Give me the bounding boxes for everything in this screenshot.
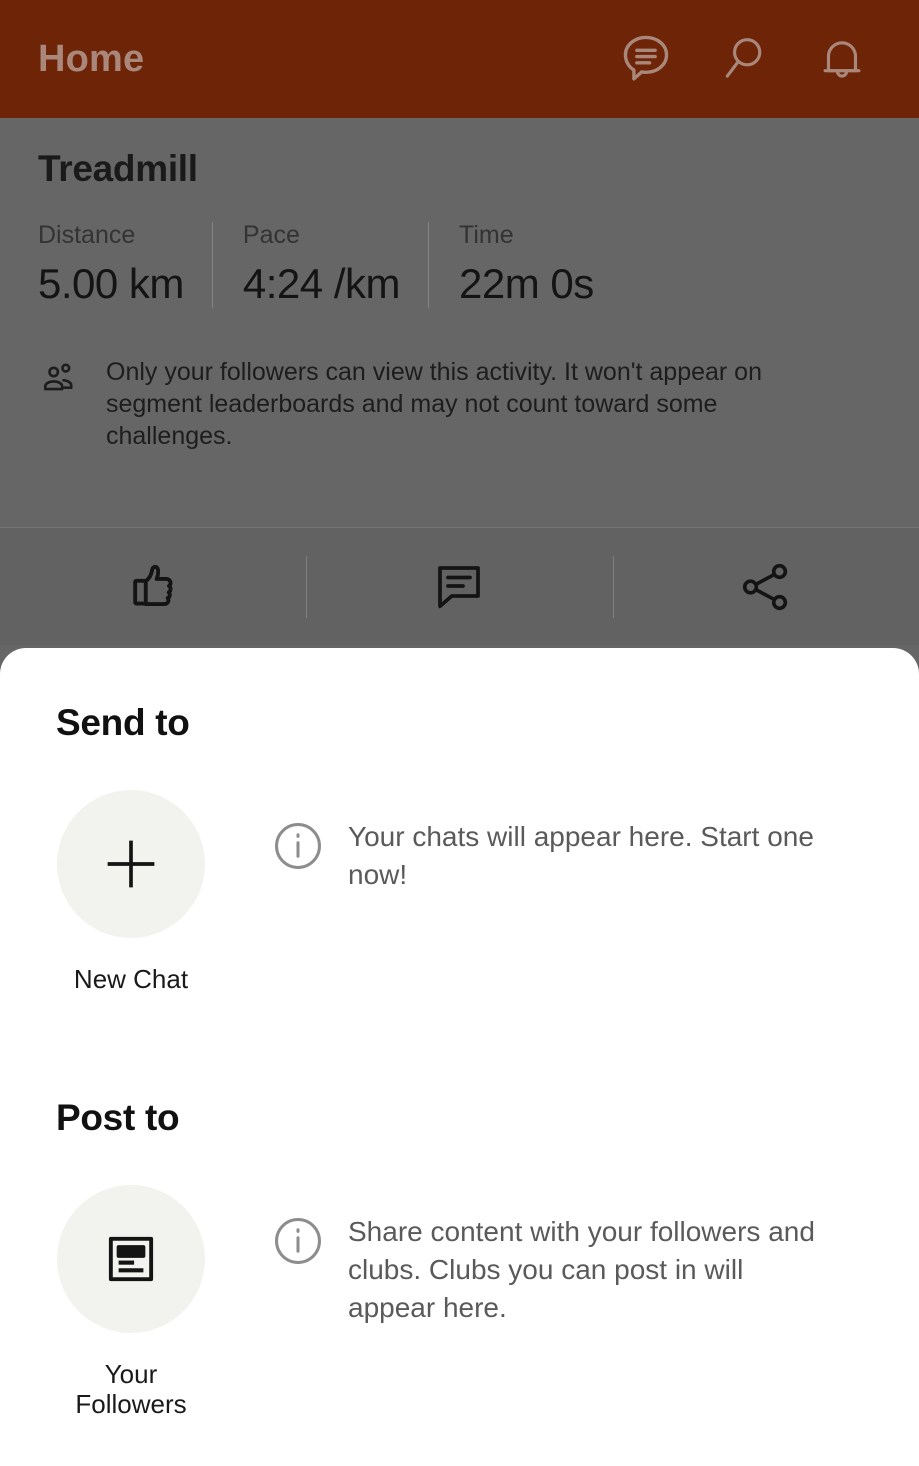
followers-icon <box>38 358 82 402</box>
activity-title: Treadmill <box>38 148 198 189</box>
stat-distance: Distance 5.00 km <box>38 221 212 308</box>
send-to-empty-state: Your chats will appear here. Start one n… <box>206 790 818 894</box>
chat-icon[interactable] <box>615 28 677 90</box>
post-to-empty-state: Share content with your followers and cl… <box>206 1185 818 1327</box>
notifications-bell-icon[interactable] <box>811 28 873 90</box>
top-app-bar: Home <box>0 0 919 118</box>
comment-button[interactable] <box>306 548 612 626</box>
plus-icon <box>57 790 205 938</box>
new-chat-tile[interactable]: New Chat <box>56 790 206 995</box>
stat-value: 5.00 km <box>38 259 184 307</box>
info-icon <box>270 818 326 874</box>
stat-label: Time <box>458 221 514 249</box>
feed-post-icon <box>57 1184 205 1333</box>
stat-label: Pace <box>242 221 300 249</box>
post-to-heading: Post to <box>56 1096 180 1138</box>
stat-value: 22m 0s <box>458 259 594 307</box>
page-title: Home <box>38 37 145 80</box>
top-bar-actions <box>615 28 891 90</box>
privacy-text: Only your followers can view this activi… <box>106 357 762 450</box>
share-button[interactable] <box>612 548 919 626</box>
post-to-empty-text: Share content with your followers and cl… <box>348 1215 815 1323</box>
stat-pace: Pace 4:24 /km <box>211 221 428 308</box>
stat-value: 4:24 /km <box>242 259 401 307</box>
your-followers-tile[interactable]: Your Followers <box>56 1184 206 1420</box>
app-root: Home Treadmill Distance 5.00 km Pace 4:2… <box>0 0 919 1466</box>
activity-action-bar <box>0 527 919 645</box>
stat-label: Distance <box>38 221 136 249</box>
info-icon <box>270 1213 326 1269</box>
like-button[interactable] <box>0 548 306 626</box>
send-to-row: New Chat Your chats will appear here. St… <box>56 790 863 995</box>
send-to-empty-text: Your chats will appear here. Start one n… <box>348 821 814 891</box>
send-to-heading: Send to <box>56 702 190 743</box>
privacy-notice: Only your followers can view this activi… <box>38 356 881 486</box>
share-bottom-sheet: Send to New Chat Your chats will appear … <box>0 648 919 1466</box>
search-icon[interactable] <box>713 28 775 90</box>
activity-stats: Distance 5.00 km Pace 4:24 /km Time 22m … <box>38 221 881 308</box>
new-chat-label: New Chat <box>73 964 189 994</box>
stat-time: Time 22m 0s <box>427 221 622 308</box>
your-followers-label: Your Followers <box>75 1358 187 1420</box>
post-to-row: Your Followers Share content with your f… <box>56 1184 863 1420</box>
activity-card[interactable]: Treadmill Distance 5.00 km Pace 4:24 /km… <box>0 118 919 486</box>
